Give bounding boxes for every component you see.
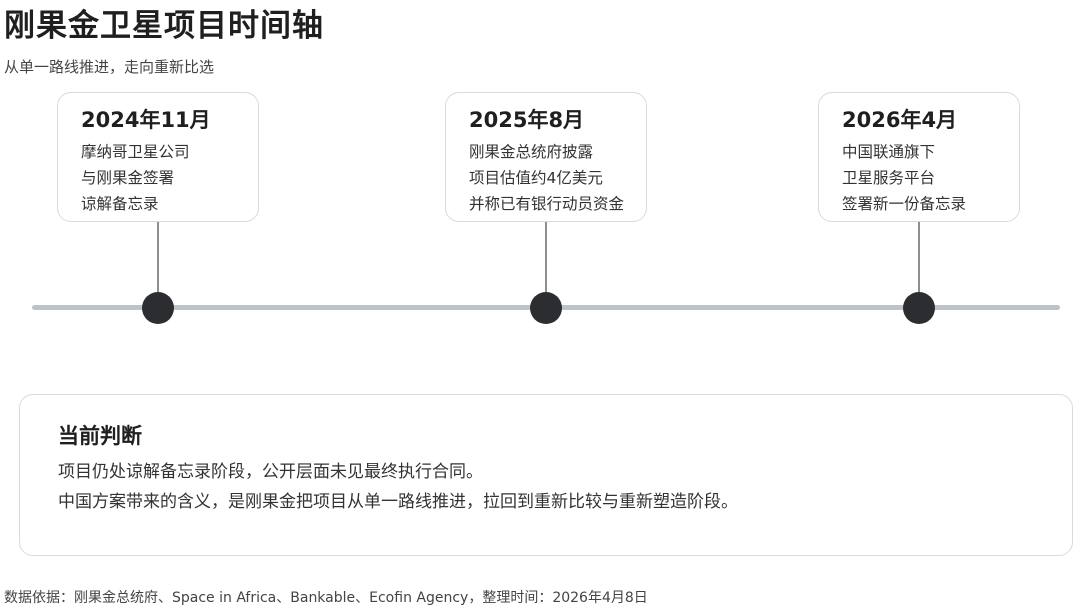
page-subtitle: 从单一路线推进，走向重新比选	[4, 58, 215, 76]
timeline-card-date: 2025年8月	[469, 108, 585, 132]
timeline-card-text: 项目估值约4亿美元	[469, 169, 603, 187]
judgement-text: 项目仍处谅解备忘录阶段，公开层面未见最终执行合同。	[58, 462, 483, 482]
timeline-card-date: 2024年11月	[81, 108, 211, 132]
timeline-card-text: 与刚果金签署	[81, 169, 175, 187]
timeline-card-date: 2026年4月	[842, 108, 958, 132]
timeline-card-2025-08: 2025年8月 刚果金总统府披露 项目估值约4亿美元 并称已有银行动员资金	[445, 92, 647, 222]
judgement-text: 中国方案带来的含义，是刚果金把项目从单一路线推进，拉回到重新比较与重新塑造阶段。	[58, 492, 738, 512]
timeline-card-text: 中国联通旗下	[842, 143, 936, 161]
timeline-connector	[157, 222, 159, 297]
timeline-connector	[918, 222, 920, 297]
timeline-card-2026-04: 2026年4月 中国联通旗下 卫星服务平台 签署新一份备忘录	[818, 92, 1020, 222]
timeline-card-text: 谅解备忘录	[81, 195, 159, 213]
page-title: 刚果金卫星项目时间轴	[4, 8, 324, 44]
current-judgement-panel: 当前判断 项目仍处谅解备忘录阶段，公开层面未见最终执行合同。 中国方案带来的含义…	[19, 394, 1073, 556]
timeline-connector	[545, 222, 547, 297]
timeline-card-text: 刚果金总统府披露	[469, 143, 594, 161]
timeline-card-text: 卫星服务平台	[842, 169, 936, 187]
timeline-dot	[142, 292, 174, 324]
timeline-dot	[530, 292, 562, 324]
timeline-card-text: 摩纳哥卫星公司	[81, 143, 190, 161]
timeline-card-text: 并称已有银行动员资金	[469, 195, 625, 213]
timeline-card-2024-11: 2024年11月 摩纳哥卫星公司 与刚果金签署 谅解备忘录	[57, 92, 259, 222]
timeline-dot	[903, 292, 935, 324]
timeline-card-text: 签署新一份备忘录	[842, 195, 967, 213]
source-note: 数据依据：刚果金总统府、Space in Africa、Bankable、Eco…	[4, 590, 648, 606]
judgement-title: 当前判断	[58, 424, 142, 448]
